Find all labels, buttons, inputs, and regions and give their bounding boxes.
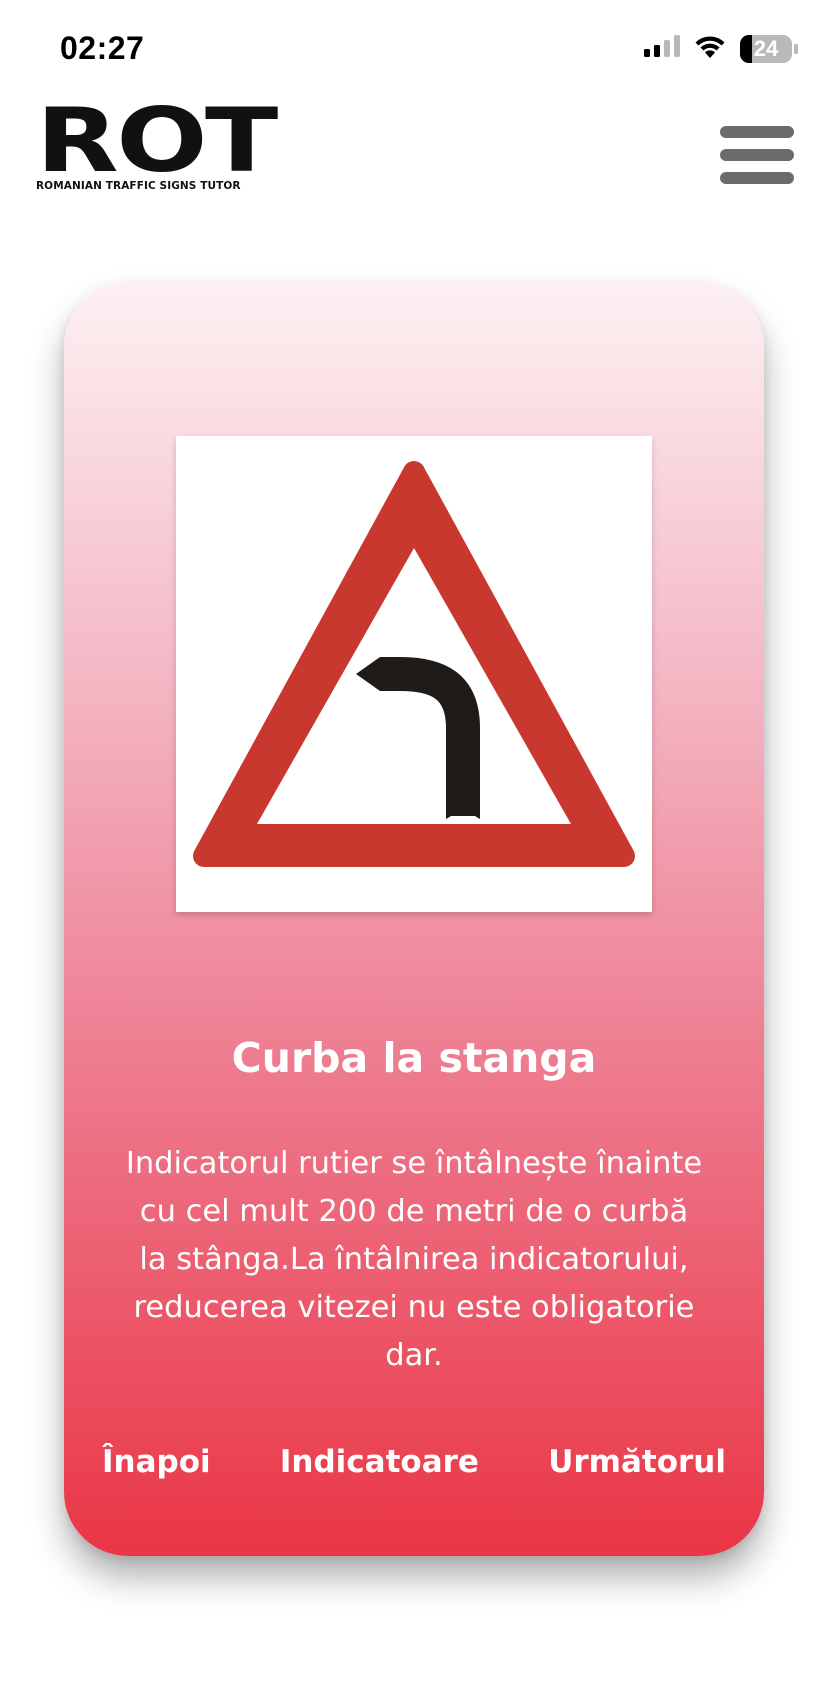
- app-header: ROT ROMANIAN TRAFFIC SIGNS TUTOR: [0, 97, 828, 210]
- hamburger-menu-icon[interactable]: [720, 126, 794, 184]
- signs-list-button[interactable]: Indicatoare: [280, 1444, 479, 1480]
- battery-icon: 24: [740, 34, 798, 63]
- wifi-icon: [694, 34, 726, 63]
- sign-title: Curba la stanga: [231, 1034, 597, 1082]
- left-curve-warning-sign-icon: [193, 461, 635, 867]
- next-button[interactable]: Următorul: [548, 1444, 726, 1480]
- back-button[interactable]: Înapoi: [102, 1444, 211, 1480]
- sign-image: [176, 436, 652, 912]
- sign-card: Curba la stanga Indicatorul rutier se în…: [64, 282, 764, 1556]
- status-bar: 02:27 24: [0, 0, 828, 100]
- card-navigation: Înapoi Indicatoare Următorul: [102, 1444, 726, 1480]
- logo-text: ROT: [36, 89, 278, 192]
- battery-level: 24: [753, 35, 779, 61]
- cellular-signal-icon: [644, 35, 680, 62]
- sign-description: Indicatorul rutier se întâlnește înainte…: [125, 1146, 703, 1373]
- status-indicators: 24: [644, 34, 798, 63]
- app-logo[interactable]: ROT ROMANIAN TRAFFIC SIGNS TUTOR: [36, 97, 278, 193]
- status-time: 02:27: [60, 30, 145, 66]
